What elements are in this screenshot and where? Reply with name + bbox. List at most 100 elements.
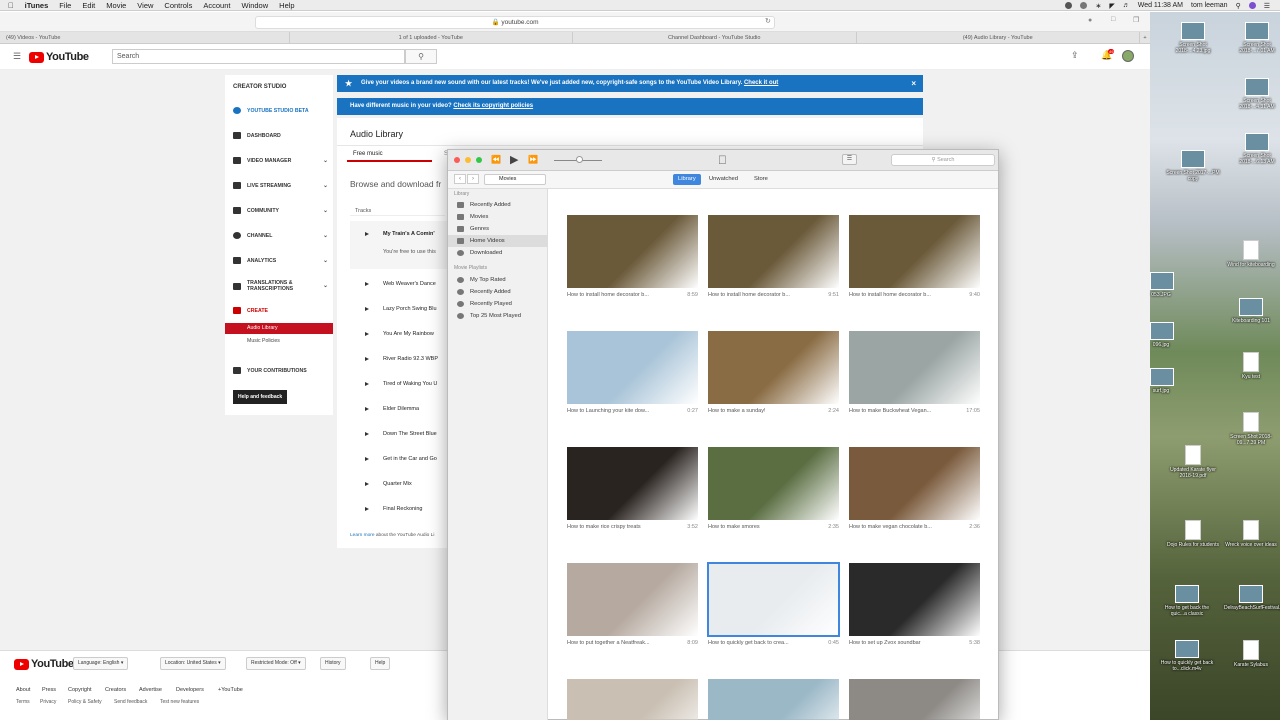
rewind-icon[interactable]: ⏪: [491, 155, 501, 164]
sidebar-item-community[interactable]: COMMUNITY ⌄: [233, 207, 328, 214]
menu-window[interactable]: Window: [241, 1, 268, 10]
address-bar[interactable]: 🔒 youtube.com: [255, 16, 775, 29]
video-thumbnail[interactable]: [849, 215, 980, 288]
play-icon[interactable]: [365, 331, 369, 336]
minimize-window-icon[interactable]: [465, 157, 471, 163]
volume-icon[interactable]: ♬: [1123, 2, 1130, 9]
sidebar-item-live-streaming[interactable]: LIVE STREAMING ⌄: [233, 182, 328, 189]
video-thumbnail[interactable]: [567, 563, 698, 636]
apple-menu-icon[interactable]: : [8, 1, 14, 10]
spotlight-icon[interactable]: ⚲: [1236, 2, 1241, 10]
sidebar-item-video-manager[interactable]: VIDEO MANAGER ⌄: [233, 157, 328, 164]
track-row[interactable]: My Train's A Comin': [350, 228, 460, 240]
tab-free-music[interactable]: Free music: [353, 151, 383, 157]
footer-link-creators[interactable]: Creators: [105, 687, 126, 693]
video-thumbnail[interactable]: [708, 679, 839, 720]
video-card[interactable]: How to install home decorator b... 8:59: [567, 215, 698, 298]
track-row[interactable]: Elder Dilemma: [350, 403, 460, 415]
desktop-file-icon[interactable]: Kyu test: [1224, 352, 1278, 380]
desktop-file-icon[interactable]: DelrayBeachSurfFestival.jpg: [1224, 585, 1280, 611]
menu-movie[interactable]: Movie: [106, 1, 126, 10]
desktop-file-icon[interactable]: Screen Shot 2018-...4.23.jpg: [1166, 22, 1220, 54]
video-card[interactable]: [567, 679, 698, 720]
play-icon[interactable]: [365, 406, 369, 411]
video-thumbnail[interactable]: [567, 679, 698, 720]
video-thumbnail[interactable]: [567, 447, 698, 520]
desktop-file-icon[interactable]: Screen Shot 2018-...4.31 AM: [1230, 78, 1280, 110]
video-card[interactable]: [708, 679, 839, 720]
play-icon[interactable]: [365, 481, 369, 486]
playlists-header[interactable]: Movie Playlists: [454, 265, 487, 271]
segment-store[interactable]: Store: [749, 174, 773, 185]
record-status-icon[interactable]: [1065, 2, 1073, 9]
track-row[interactable]: Tired of Waking You U: [350, 378, 460, 390]
desktop-file-icon[interactable]: 096.jpg: [1150, 322, 1174, 348]
tabs-overview-icon[interactable]: ❐: [1133, 16, 1139, 24]
learn-more-link[interactable]: Learn more: [350, 533, 375, 538]
time-machine-icon[interactable]: [1080, 2, 1088, 9]
video-card[interactable]: How to install home decorator b... 9:51: [708, 215, 839, 298]
segment-library[interactable]: Library: [673, 174, 701, 185]
video-thumbnail[interactable]: [708, 447, 839, 520]
video-card[interactable]: How to make a sunday! 2:24: [708, 331, 839, 414]
menu-clock[interactable]: Wed 11:38 AM: [1138, 2, 1183, 9]
track-row[interactable]: Get in the Car and Go: [350, 453, 460, 465]
video-thumbnail[interactable]: [567, 215, 698, 288]
sidebar-item-create[interactable]: CREATE: [233, 307, 328, 314]
sidebar-item-dashboard[interactable]: DASHBOARD: [233, 132, 328, 139]
bluetooth-icon[interactable]: ∗: [1095, 2, 1101, 10]
menu-view[interactable]: View: [137, 1, 153, 10]
footer-link-test-features[interactable]: Test new features: [160, 699, 199, 705]
desktop-file-icon[interactable]: Updated Karate flyer 2018-19.pdf: [1166, 445, 1220, 479]
itunes-search-input[interactable]: ⚲ Search: [891, 154, 995, 166]
check-it-out-link[interactable]: Check it out: [744, 80, 778, 86]
menu-help[interactable]: Help: [279, 1, 294, 10]
desktop-file-icon[interactable]: Screen Shot 2017-...PM copy: [1166, 150, 1220, 182]
footer-link-terms[interactable]: Terms: [16, 699, 30, 705]
desktop-file-icon[interactable]: 053.JPG: [1150, 272, 1174, 298]
footer-link-developers[interactable]: Developers: [176, 687, 204, 693]
video-card[interactable]: How to make vegan chocolate b... 2:36: [849, 447, 980, 530]
forward-arrow-icon[interactable]: ›: [467, 174, 479, 184]
sidebar-item-recently-added[interactable]: Recently Added: [448, 199, 548, 211]
video-card[interactable]: How to install home decorator b... 9:40: [849, 215, 980, 298]
video-card[interactable]: How to make Buckwheat Vegan... 17:05: [849, 331, 980, 414]
youtube-logo[interactable]: YouTube: [29, 51, 89, 63]
segment-unwatched[interactable]: Unwatched: [704, 174, 743, 185]
video-card[interactable]: [849, 679, 980, 720]
playlist-top-25[interactable]: Top 25 Most Played: [448, 310, 548, 322]
track-row[interactable]: River Radio 92.3 WBP: [350, 353, 460, 365]
sidebar-item-analytics[interactable]: ANALYTICS ⌄: [233, 257, 328, 264]
menu-app-name[interactable]: iTunes: [25, 1, 49, 10]
media-type-select[interactable]: Movies: [484, 174, 546, 185]
play-icon[interactable]: [365, 231, 369, 236]
sidebar-item-translations[interactable]: TRANSLATIONS & TRANSCRIPTIONS ⌄: [233, 280, 328, 292]
reload-icon[interactable]: ↻: [765, 17, 771, 25]
track-row[interactable]: Quarter Mix: [350, 478, 460, 490]
sidebar-item-genres[interactable]: Genres: [448, 223, 548, 235]
play-icon[interactable]: [365, 456, 369, 461]
track-row[interactable]: Lazy Porch Swing Blu: [350, 303, 460, 315]
play-icon[interactable]: [365, 356, 369, 361]
back-arrow-icon[interactable]: ‹: [454, 174, 466, 184]
list-view-icon[interactable]: ☰: [842, 154, 857, 165]
download-icon[interactable]: ●: [1088, 17, 1092, 24]
track-row[interactable]: Down The Street Blue: [350, 428, 460, 440]
video-card[interactable]: How to set up Zvox soundbar 5:38: [849, 563, 980, 646]
video-thumbnail[interactable]: [849, 679, 980, 720]
volume-knob[interactable]: [576, 156, 583, 163]
history-button[interactable]: History: [320, 657, 346, 670]
video-thumbnail[interactable]: [849, 563, 980, 636]
play-icon[interactable]: ▶: [510, 153, 518, 166]
tab-channel-dashboard[interactable]: Channel Dashboard - YouTube Studio: [573, 32, 857, 43]
menu-edit[interactable]: Edit: [82, 1, 95, 10]
playlist-recently-added[interactable]: Recently Added: [448, 286, 548, 298]
footer-link-advertise[interactable]: Advertise: [139, 687, 162, 693]
tab-uploaded[interactable]: 1 of 1 uploaded - YouTube: [290, 32, 573, 43]
sidebar-item-studio-beta[interactable]: YOUTUBE STUDIO BETA: [233, 107, 328, 114]
menu-controls[interactable]: Controls: [164, 1, 192, 10]
track-row[interactable]: Web Weaver's Dance: [350, 278, 460, 290]
video-thumbnail[interactable]: [707, 562, 840, 637]
youtube-search-button[interactable]: ⚲: [405, 49, 437, 64]
footer-link-send-feedback[interactable]: Send feedback: [114, 699, 147, 705]
